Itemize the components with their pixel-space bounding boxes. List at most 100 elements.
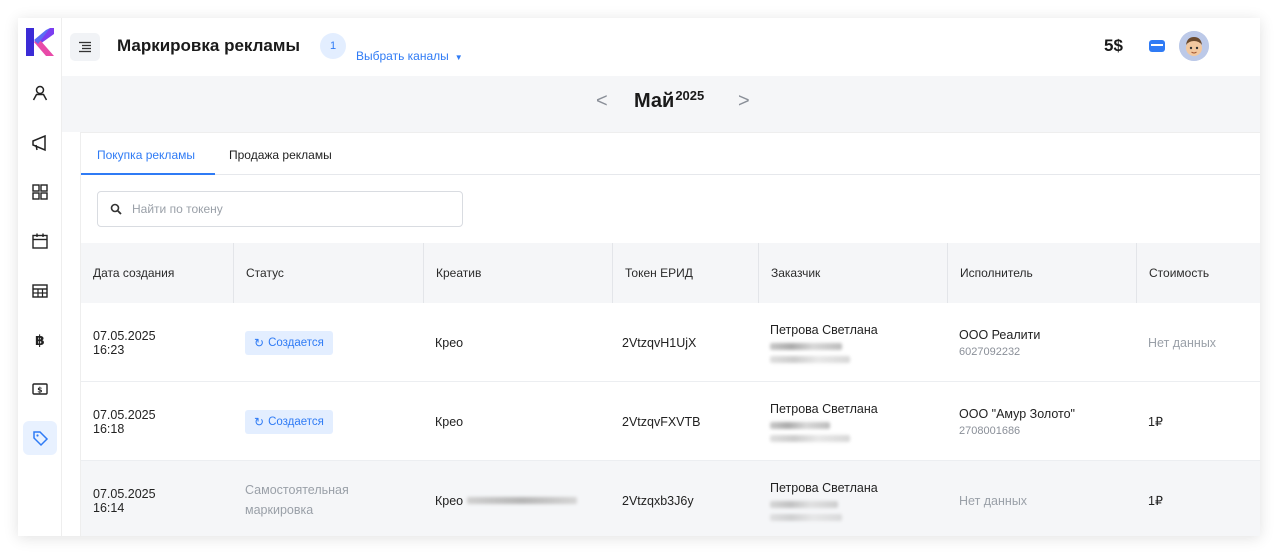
- table-row[interactable]: 07.05.2025 16:23 ↻ Создается Крео 2VtzqvH…: [81, 303, 1260, 382]
- column-header-creative[interactable]: Креатив: [423, 243, 612, 303]
- token-cell: 2VtzqvFXVTB: [612, 382, 758, 461]
- cost-cell: 1₽: [1136, 461, 1260, 536]
- table-header: Дата создания Статус Креатив Токен ЕРИД …: [81, 243, 1260, 303]
- sidebar-item-marking[interactable]: [23, 421, 57, 455]
- tab-sell-ads[interactable]: Продажа рекламы: [229, 148, 332, 162]
- sidebar-item-finance[interactable]: $: [23, 372, 57, 406]
- table-row[interactable]: 07.05.2025 16:14 Самостоятельная маркиро…: [81, 461, 1260, 536]
- date-cell: 07.05.2025 16:18: [81, 382, 233, 461]
- redacted-text: [770, 342, 842, 350]
- executor-name: Нет данных: [959, 493, 1028, 508]
- executor-inn: 6027092232: [959, 345, 1021, 358]
- time-value: 16:23: [93, 342, 125, 357]
- column-header-status[interactable]: Статус: [233, 243, 423, 303]
- sidebar-item-dashboard[interactable]: [23, 175, 57, 209]
- token-value[interactable]: 2VtzqvH1UjX: [622, 336, 758, 350]
- menu-icon: [79, 41, 91, 53]
- tag-icon: [33, 431, 49, 447]
- executor-name: ООО Реалити: [959, 327, 1041, 342]
- month-label: Май: [634, 90, 675, 112]
- creative-cell: Крео: [423, 382, 612, 461]
- creative-value: Крео: [435, 335, 464, 350]
- table-row[interactable]: 07.05.2025 16:18 ↻ Создается Крео 2VtzqvF…: [81, 382, 1260, 461]
- menu-toggle-button[interactable]: [70, 33, 100, 61]
- table-icon: [32, 284, 48, 298]
- sidebar-item-crypto[interactable]: ฿: [23, 323, 57, 357]
- tab-buy-ads[interactable]: Покупка рекламы: [97, 148, 195, 162]
- tab-bar: Покупка рекламы Продажа рекламы: [81, 133, 1260, 175]
- search-input[interactable]: [132, 202, 452, 216]
- refresh-icon: ↻: [254, 414, 265, 429]
- search-box: [97, 191, 463, 227]
- customer-name: Петрова Светлана: [770, 480, 878, 495]
- megaphone-icon: [32, 134, 46, 152]
- select-channels-label: Выбрать каналы: [356, 49, 449, 63]
- creative-value: Крео: [435, 414, 464, 429]
- channel-count-badge: 1: [320, 33, 346, 59]
- logo-icon[interactable]: [24, 26, 54, 58]
- redacted-text: [770, 500, 838, 508]
- customer-cell: Петрова Светлана: [758, 461, 947, 536]
- date-value: 07.05.2025: [93, 486, 156, 501]
- cost-value: 1₽: [1148, 415, 1163, 429]
- customer-cell: Петрова Светлана: [758, 303, 947, 382]
- grid-icon: [32, 184, 48, 200]
- cost-cell: 1₽: [1136, 382, 1260, 461]
- balance-value: 5$: [1104, 36, 1123, 55]
- token-value[interactable]: 2Vtzqxb3J6y: [622, 494, 758, 508]
- avatar[interactable]: [1179, 31, 1209, 61]
- sidebar-item-calendar[interactable]: [23, 224, 57, 258]
- sidebar-item-profile[interactable]: [23, 76, 57, 110]
- date-cell: 07.05.2025 16:14: [81, 461, 233, 536]
- refresh-icon: ↻: [254, 335, 265, 350]
- column-header-token[interactable]: Токен ЕРИД: [612, 243, 758, 303]
- time-value: 16:14: [93, 500, 125, 515]
- svg-text:$: $: [37, 385, 42, 394]
- main-content: Покупка рекламы Продажа рекламы Дата соз…: [80, 132, 1260, 536]
- status-badge: ↻ Создается: [245, 409, 333, 434]
- page-title: Маркировка рекламы: [117, 36, 300, 55]
- date-value: 07.05.2025: [93, 328, 156, 343]
- column-header-cost[interactable]: Стоимость: [1136, 243, 1260, 303]
- status-label: Самостоятельная маркировка: [245, 483, 349, 517]
- top-header: Маркировка рекламы 1 Выбрать каналы ▼ 5$: [62, 18, 1260, 76]
- date-value: 07.05.2025: [93, 407, 156, 422]
- token-value[interactable]: 2VtzqvFXVTB: [622, 415, 758, 429]
- creative-value: Крео: [435, 493, 464, 508]
- status-label: Создается: [268, 415, 324, 428]
- column-header-executor[interactable]: Исполнитель: [947, 243, 1136, 303]
- year-label: 2025: [675, 88, 705, 103]
- customer-name: Петрова Светлана: [770, 401, 878, 416]
- redacted-text: [467, 497, 578, 504]
- status-cell: Самостоятельная маркировка: [233, 461, 383, 536]
- executor-cell: ООО Реалити 6027092232: [947, 303, 1136, 382]
- bitcoin-icon: ฿: [35, 333, 45, 349]
- customer-cell: Петрова Светлана: [758, 382, 947, 461]
- token-cell: 2VtzqvH1UjX: [612, 303, 758, 382]
- executor-name: ООО "Амур Золото": [959, 406, 1075, 421]
- next-month-button[interactable]: >: [738, 90, 750, 113]
- status-cell: ↻ Создается: [233, 303, 423, 382]
- sidebar-item-table[interactable]: [23, 274, 57, 308]
- executor-cell: Нет данных: [947, 461, 1136, 536]
- redacted-text: [770, 513, 842, 521]
- prev-month-button[interactable]: <: [596, 90, 608, 113]
- column-header-date[interactable]: Дата создания: [81, 243, 233, 303]
- executor-inn: 2708001686: [959, 424, 1021, 437]
- active-tab-indicator: [81, 173, 215, 175]
- avatar-face-icon: [1179, 31, 1209, 61]
- sidebar: ฿ $: [18, 18, 62, 536]
- wallet-icon[interactable]: [1148, 38, 1166, 54]
- status-badge: ↻ Создается: [245, 330, 333, 355]
- sidebar-item-ads[interactable]: [23, 126, 57, 160]
- creative-cell: Крео: [423, 303, 612, 382]
- svg-text:฿: ฿: [35, 333, 45, 349]
- cost-value: 1₽: [1148, 494, 1163, 508]
- status-label: Создается: [268, 336, 324, 349]
- calendar-icon: [32, 233, 48, 249]
- redacted-text: [770, 355, 850, 363]
- cash-icon: $: [32, 383, 48, 395]
- column-header-customer[interactable]: Заказчик: [758, 243, 947, 303]
- select-channels-dropdown[interactable]: Выбрать каналы ▼: [356, 49, 463, 63]
- token-cell: 2Vtzqxb3J6y: [612, 461, 758, 536]
